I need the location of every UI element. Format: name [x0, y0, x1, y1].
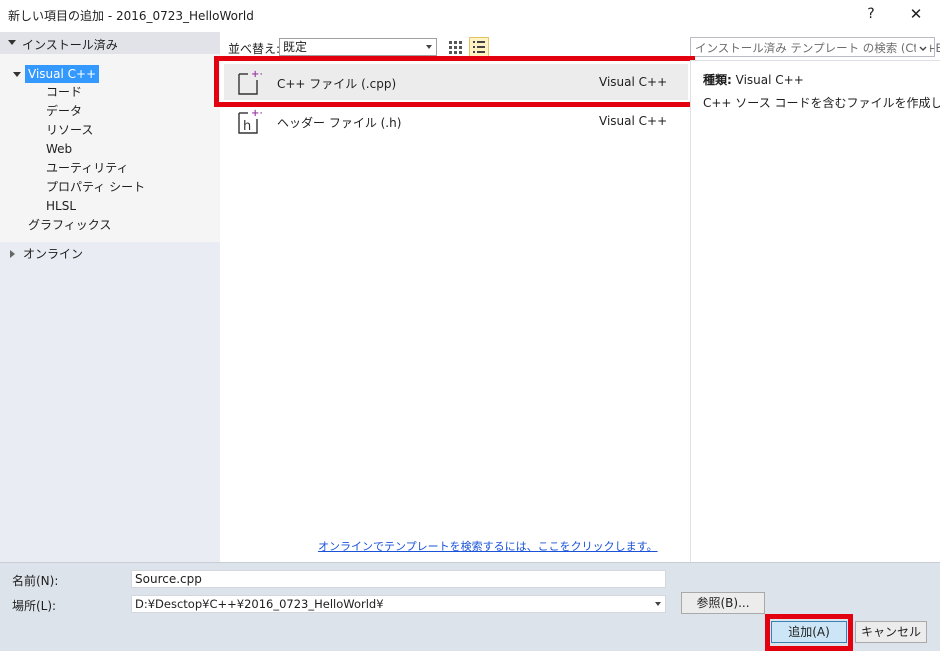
dropdown-arrow-icon[interactable] [655, 602, 661, 606]
search-input[interactable]: インストール済み テンプレート の検索 (Ctrl+E) [690, 37, 940, 57]
tree-item-code[interactable]: コード [43, 83, 85, 101]
location-value: D:¥Desctop¥C++¥2016_0723_HelloWorld¥ [135, 597, 384, 611]
sort-label: 並べ替え: [228, 42, 281, 56]
category-tree-background [0, 242, 220, 562]
expand-icon[interactable] [8, 40, 16, 45]
highlight-box [765, 614, 853, 651]
svg-text:++: ++ [251, 108, 262, 119]
search-icon[interactable] [916, 41, 930, 55]
details-pane [690, 60, 940, 562]
tree-item-visual-cpp[interactable]: Visual C++ [25, 65, 100, 83]
tree-item-graphics[interactable]: グラフィックス [25, 216, 114, 234]
sort-select[interactable]: 既定 [279, 38, 437, 56]
tree-item-utility[interactable]: ユーティリティ [43, 159, 132, 177]
collapse-icon[interactable] [10, 250, 15, 258]
cancel-button[interactable]: キャンセル [855, 621, 927, 643]
tree-item-resource[interactable]: リソース [43, 121, 96, 139]
header-file-icon: h ++ [238, 108, 262, 134]
name-label: 名前(N): [12, 574, 59, 588]
list-view-icon [473, 41, 485, 53]
svg-text:h: h [243, 119, 251, 134]
tree-item-hlsl[interactable]: HLSL [43, 197, 79, 215]
template-name: ヘッダー ファイル (.h) [277, 116, 402, 130]
location-input[interactable]: D:¥Desctop¥C++¥2016_0723_HelloWorld¥ [131, 595, 666, 613]
kind-value: Visual C++ [735, 73, 804, 87]
location-label: 場所(L): [12, 599, 57, 613]
kind-label: 種類: [703, 73, 732, 87]
template-item-header[interactable]: h ++ ヘッダー ファイル (.h) Visual C++ [224, 103, 688, 139]
dropdown-arrow-icon [426, 45, 432, 49]
tree-item-installed-label: インストール済み [22, 38, 118, 52]
tree-item-web[interactable]: Web [43, 140, 75, 158]
template-type: Visual C++ [599, 114, 668, 128]
search-placeholder: インストール済み テンプレート の検索 (Ctrl+E) [695, 41, 940, 55]
close-button[interactable]: ✕ [905, 3, 927, 25]
expand-icon[interactable] [13, 72, 21, 77]
kind-row: 種類: Visual C++ [703, 71, 804, 88]
browse-button[interactable]: 参照(B)... [681, 592, 765, 614]
tree-item-data[interactable]: データ [43, 102, 85, 120]
highlight-box [214, 56, 695, 107]
help-button[interactable]: ? [860, 3, 882, 25]
name-input[interactable]: Source.cpp [131, 570, 666, 588]
grid-view-icon [449, 41, 462, 54]
tree-item-online[interactable]: オンライン [20, 245, 86, 263]
template-description: C++ ソース コードを含むファイルを作成します。 [703, 96, 940, 110]
grid-view-button[interactable] [445, 37, 465, 57]
window-title: 新しい項目の追加 - 2016_0723_HelloWorld [8, 9, 254, 23]
tree-item-property-sheet[interactable]: プロパティ シート [43, 178, 148, 196]
tree-item-installed[interactable]: インストール済み [0, 32, 220, 54]
list-view-button[interactable] [469, 37, 489, 57]
online-search-link[interactable]: オンラインでテンプレートを検索するには、ここをクリックします。 [318, 538, 658, 554]
sort-select-value: 既定 [283, 40, 308, 54]
